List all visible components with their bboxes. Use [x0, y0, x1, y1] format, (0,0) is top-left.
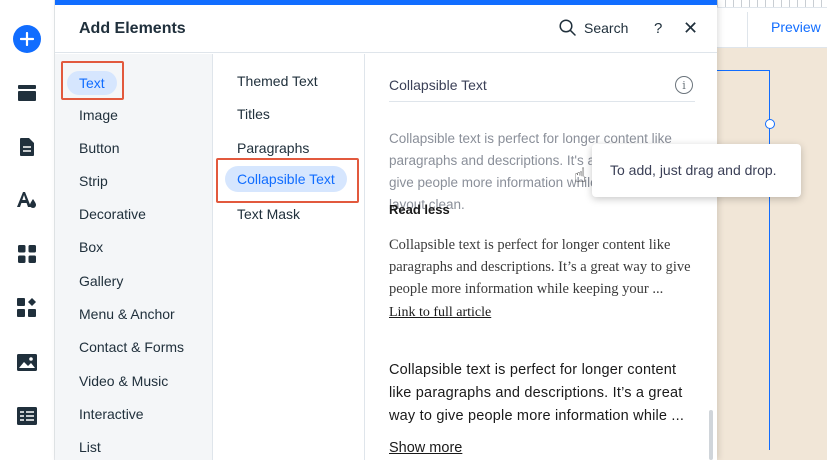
category-item-video-music[interactable]: Video & Music	[79, 373, 168, 389]
pages-button[interactable]	[9, 129, 45, 165]
hand-cursor-icon: ☝	[574, 165, 587, 187]
category-item-menu-anchor[interactable]: Menu & Anchor	[79, 306, 175, 322]
collapsible-text-preset-2-body[interactable]: Collapsible text is perfect for longer c…	[389, 234, 699, 300]
subcategory-item-paragraphs[interactable]: Paragraphs	[237, 140, 309, 156]
category-item-list[interactable]: List	[79, 439, 101, 455]
cms-icon	[17, 407, 37, 425]
collapsible-text-preset-3-action[interactable]: Show more	[389, 440, 462, 456]
category-item-strip[interactable]: Strip	[79, 173, 108, 189]
category-item-decorative[interactable]: Decorative	[79, 206, 146, 222]
section-heading: Collapsible Text	[389, 77, 487, 93]
preview-button[interactable]: Preview	[771, 19, 821, 35]
ruler	[717, 0, 827, 8]
tooltip-text: To add, just drag and drop.	[610, 162, 777, 178]
help-icon[interactable]: ?	[654, 20, 662, 37]
drag-tooltip: To add, just drag and drop.	[592, 144, 801, 197]
category-item-box[interactable]: Box	[79, 239, 103, 255]
subcategory-item-collapsible-text[interactable]: Collapsible Text	[225, 166, 347, 192]
search-label: Search	[584, 19, 629, 36]
panel-title: Add Elements	[79, 20, 186, 37]
element-preview-list: Collapsible Text i Collapsible text is p…	[365, 54, 717, 460]
scrollbar-thumb[interactable]	[709, 410, 713, 460]
subcategory-item-text-mask[interactable]: Text Mask	[237, 206, 300, 222]
subcategory-item-themed-text[interactable]: Themed Text	[237, 73, 318, 89]
category-list: Text Image Button Strip Decorative Box G…	[55, 54, 213, 460]
category-item-text[interactable]: Text	[67, 71, 117, 95]
media-icon	[17, 353, 37, 371]
add-icon	[13, 25, 41, 53]
info-icon[interactable]: i	[675, 76, 693, 94]
app-market-button[interactable]	[9, 290, 45, 326]
search-icon	[559, 19, 576, 36]
pages-icon	[20, 138, 34, 156]
heading-divider	[389, 101, 695, 102]
add-apps-button[interactable]	[9, 236, 45, 272]
design-icon	[17, 192, 36, 208]
site-design-button[interactable]	[9, 182, 45, 218]
panel-header: Add Elements Search ? ✕	[55, 5, 717, 53]
cms-button[interactable]	[9, 398, 45, 434]
apps-icon	[18, 245, 36, 263]
selected-element-frame	[717, 70, 770, 450]
search-button[interactable]: Search	[559, 19, 628, 36]
collapsible-text-preset-2-action[interactable]: Link to full article	[389, 305, 491, 321]
subcategory-item-titles[interactable]: Titles	[237, 106, 270, 122]
add-elements-button[interactable]	[9, 21, 45, 57]
left-toolbar	[0, 0, 55, 460]
category-item-contact-forms[interactable]: Contact & Forms	[79, 339, 184, 355]
collapsible-text-preset-1-action[interactable]: Read less	[389, 202, 450, 217]
resize-handle[interactable]	[765, 119, 775, 129]
category-item-image[interactable]: Image	[79, 107, 118, 123]
menu-icon	[18, 85, 36, 101]
media-button[interactable]	[9, 344, 45, 380]
collapsible-text-preset-3-body[interactable]: Collapsible text is perfect for longer c…	[389, 359, 699, 428]
top-bar-divider	[747, 12, 748, 48]
category-item-gallery[interactable]: Gallery	[79, 273, 123, 289]
category-item-button[interactable]: Button	[79, 140, 119, 156]
subcategory-list: Themed Text Titles Paragraphs Collapsibl…	[213, 54, 365, 460]
menus-button[interactable]	[9, 75, 45, 111]
app-market-icon	[17, 298, 36, 317]
close-icon[interactable]: ✕	[683, 18, 698, 39]
category-item-interactive[interactable]: Interactive	[79, 406, 144, 422]
add-elements-panel: Add Elements Search ? ✕ Text Image Butto…	[55, 0, 717, 460]
